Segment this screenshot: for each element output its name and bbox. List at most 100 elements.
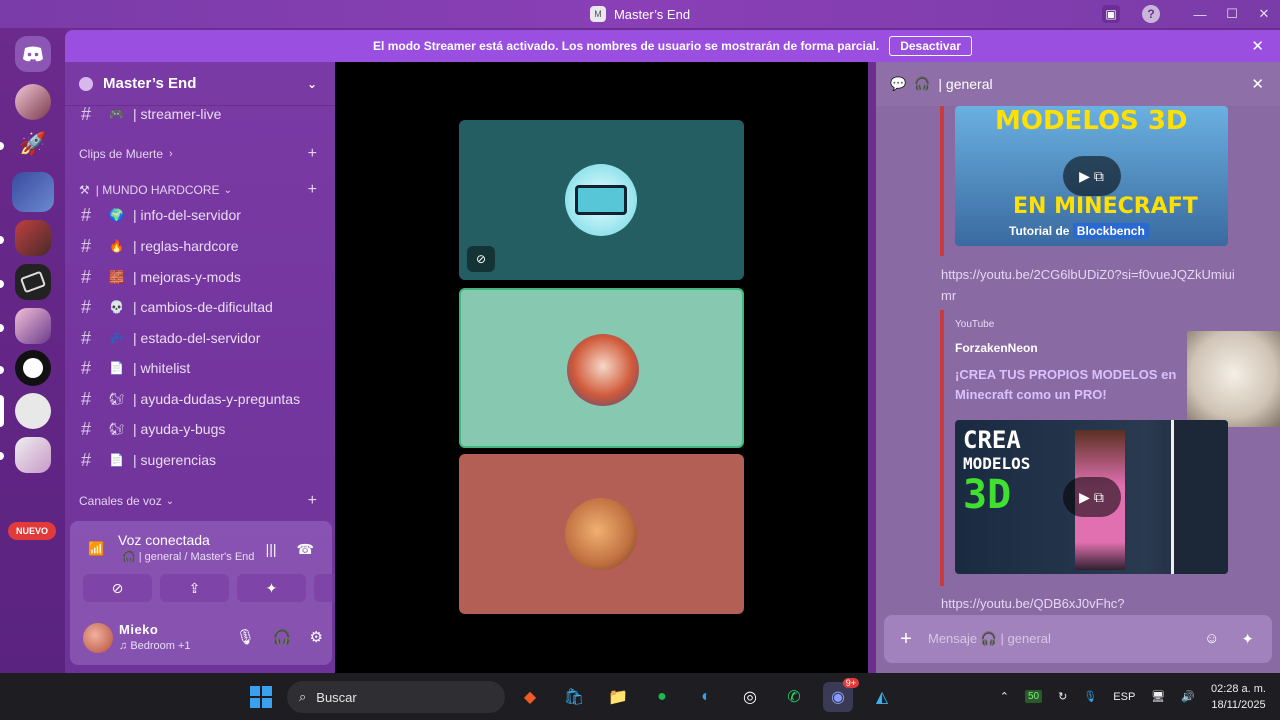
microphone-icon[interactable]: 🎙 bbox=[236, 628, 255, 646]
participant-tile[interactable] bbox=[459, 454, 744, 614]
participant-tile-speaking[interactable] bbox=[459, 288, 744, 448]
embed-provider: YouTube bbox=[955, 319, 995, 330]
inbox-icon[interactable]: ▣ bbox=[1102, 5, 1120, 23]
minimize-icon[interactable]: — bbox=[1184, 7, 1216, 22]
noise-suppression-icon[interactable]: ||| bbox=[266, 541, 277, 558]
chat-link[interactable]: https://youtu.be/2CG6lbUDiZ0?si=f0vueJQZ… bbox=[941, 264, 1241, 306]
message-input[interactable]: Mensaje 🎧 | general bbox=[928, 631, 1204, 647]
close-chat-icon[interactable]: ✕ bbox=[1251, 75, 1264, 93]
language-indicator[interactable]: ESP bbox=[1113, 691, 1135, 703]
channel-whitelist[interactable]: # 📄 | whitelist bbox=[73, 354, 327, 382]
channel-emoji: 💤 bbox=[109, 331, 124, 345]
avatar[interactable] bbox=[83, 623, 113, 653]
discord-home-icon[interactable] bbox=[15, 36, 51, 72]
category-clips[interactable]: Clips de Muerte › + bbox=[79, 144, 325, 164]
channel-reglas-hardcore[interactable]: # 🔥 | reglas-hardcore bbox=[73, 232, 327, 260]
message-composer[interactable]: + Mensaje 🎧 | general ☺ ✦ bbox=[884, 615, 1272, 663]
participant-tile[interactable]: ⊘ bbox=[459, 120, 744, 280]
sync-icon[interactable]: ↻ bbox=[1058, 690, 1067, 703]
server-icon-active[interactable] bbox=[12, 172, 54, 212]
activities-button[interactable]: ✦ bbox=[237, 574, 306, 602]
taskbar-search[interactable]: ⌕ Buscar bbox=[287, 681, 505, 713]
network-icon[interactable]: 🖥 bbox=[1151, 690, 1165, 703]
video-thumbnail[interactable]: CREA MODELOS 3D ▶ ⧉ bbox=[955, 420, 1228, 574]
apps-icon[interactable]: ✦ bbox=[1241, 630, 1254, 648]
voice-channel-path: 🎧 | general / Master's End bbox=[122, 551, 255, 563]
headphones-icon[interactable]: 🎧 bbox=[273, 628, 292, 646]
channel-ayuda-y-bugs[interactable]: # 🐿 | ayuda-y-bugs bbox=[73, 415, 327, 443]
brave-browser-icon[interactable]: ◆ bbox=[515, 682, 545, 712]
close-window-icon[interactable]: ✕ bbox=[1248, 6, 1280, 22]
app-icon[interactable]: ◭ bbox=[867, 682, 897, 712]
add-channel-icon[interactable]: + bbox=[308, 181, 317, 199]
thumbnail-line3: 3D bbox=[963, 472, 1012, 518]
obs-icon[interactable]: ◎ bbox=[735, 682, 765, 712]
channel-streamer-live[interactable]: # 🎮 | streamer-live bbox=[73, 106, 327, 128]
deactivate-button[interactable]: Desactivar bbox=[889, 36, 972, 56]
activity-label: Bedroom +1 bbox=[130, 640, 191, 652]
channel-info-del-servidor[interactable]: # 🌍 | info-del-servidor bbox=[73, 201, 327, 229]
settings-gear-icon[interactable]: ⚙ bbox=[310, 628, 323, 646]
voice-status[interactable]: Voz conectada bbox=[118, 532, 210, 548]
new-badge[interactable]: NUEVO bbox=[8, 522, 56, 540]
window-title: Master’s End bbox=[613, 6, 691, 22]
clock[interactable]: 02:28 a. m. 18/11/2025 bbox=[1211, 681, 1266, 713]
server-icon[interactable] bbox=[15, 220, 51, 256]
embed-title[interactable]: ¡CREA TUS PROPIOS MODELOS en Minecraft c… bbox=[955, 365, 1205, 405]
channel-emoji: 🎮 bbox=[109, 107, 124, 121]
taskbar: ⌕ Buscar ◆ 🛍 📁 ● ◐ ◎ ✆ ◉ 9+ ◭ ⌃ 50 ↻ 🎙 E… bbox=[0, 673, 1280, 720]
add-channel-icon[interactable]: + bbox=[308, 145, 317, 163]
server-icon[interactable] bbox=[15, 393, 51, 429]
rocket-server-icon[interactable]: 🚀 bbox=[15, 126, 51, 162]
server-icon[interactable] bbox=[15, 84, 51, 120]
help-icon[interactable]: ? bbox=[1142, 5, 1160, 23]
unread-pill bbox=[0, 452, 4, 460]
microphone-tray-icon[interactable]: 🎙 bbox=[1083, 690, 1097, 703]
signal-icon[interactable]: 📶 bbox=[88, 541, 104, 557]
channel-ayuda-dudas-y-preguntas[interactable]: # 🐿 | ayuda-dudas-y-preguntas bbox=[73, 385, 327, 413]
sticker-icon[interactable]: ☺ bbox=[1204, 630, 1219, 648]
voice-stage: ⊘ bbox=[335, 62, 868, 673]
channel-estado-del-servidor[interactable]: # 💤 | estado-del-servidor bbox=[73, 324, 327, 352]
attach-plus-icon[interactable]: + bbox=[884, 628, 928, 651]
search-icon: ⌕ bbox=[299, 689, 307, 704]
thumbnail-tag-label: Tutorial de bbox=[1009, 224, 1070, 238]
channel-cambios-de-dificultad[interactable]: # 💀 | cambios-de-dificultad bbox=[73, 293, 327, 321]
play-button[interactable]: ▶ ⧉ bbox=[1062, 477, 1121, 517]
server-icon[interactable] bbox=[15, 350, 51, 386]
chat-link[interactable]: https://youtu.be/QDB6xJ0vFhc? bbox=[941, 593, 1125, 614]
whatsapp-icon[interactable]: ✆ bbox=[779, 682, 809, 712]
screen-share-button[interactable]: ⇪ bbox=[160, 574, 229, 602]
file-explorer-icon[interactable]: 📁 bbox=[603, 682, 633, 712]
discord-taskbar-icon[interactable]: ◉ 9+ bbox=[823, 678, 859, 712]
channel-emoji: 🧱 bbox=[109, 270, 124, 284]
tray-badge[interactable]: 50 bbox=[1024, 690, 1043, 703]
disconnect-icon[interactable]: ☎ bbox=[297, 541, 314, 558]
add-channel-icon[interactable]: + bbox=[308, 492, 317, 510]
channel-mejoras-y-mods[interactable]: # 🧱 | mejoras-y-mods bbox=[73, 263, 327, 291]
camera-off-button[interactable]: ⊘ bbox=[83, 574, 152, 602]
chevron-up-icon[interactable]: ⌃ bbox=[1000, 690, 1009, 703]
category-label: Canales de voz bbox=[79, 494, 162, 508]
category-voice[interactable]: Canales de voz ⌄ + bbox=[79, 491, 325, 511]
channel-sugerencias[interactable]: # 📄 | sugerencias bbox=[73, 446, 327, 474]
embed-author[interactable]: ForzakenNeon bbox=[955, 341, 1038, 355]
category-hardcore[interactable]: ⚒ | MUNDO HARDCORE ⌄ + bbox=[79, 180, 325, 200]
hash-icon: # bbox=[81, 388, 92, 409]
spotify-icon[interactable]: ● bbox=[647, 682, 677, 712]
server-icon[interactable] bbox=[15, 437, 51, 473]
video-thumbnail[interactable]: MODELOS 3D EN MINECRAFT Tutorial de Bloc… bbox=[955, 106, 1228, 246]
store-icon[interactable]: 🛍 bbox=[559, 682, 589, 712]
windows-start-icon[interactable] bbox=[246, 682, 276, 712]
volume-icon[interactable]: 🔊 bbox=[1181, 690, 1195, 703]
play-button[interactable]: ▶ ⧉ bbox=[1062, 156, 1121, 196]
maximize-icon[interactable]: ☐ bbox=[1216, 6, 1248, 22]
server-icon[interactable] bbox=[15, 264, 51, 300]
server-header[interactable]: Master’s End ⌄ bbox=[65, 62, 335, 106]
edge-icon[interactable]: ◐ bbox=[691, 682, 721, 712]
close-banner-icon[interactable]: ✕ bbox=[1251, 37, 1264, 55]
server-icon[interactable] bbox=[15, 308, 51, 344]
user-panel: Mieko ♫ Bedroom +1 🎙 🎧 ⚙ bbox=[83, 622, 323, 656]
username[interactable]: Mieko bbox=[119, 622, 158, 637]
thumbnail-title: MODELOS 3D bbox=[995, 106, 1188, 136]
